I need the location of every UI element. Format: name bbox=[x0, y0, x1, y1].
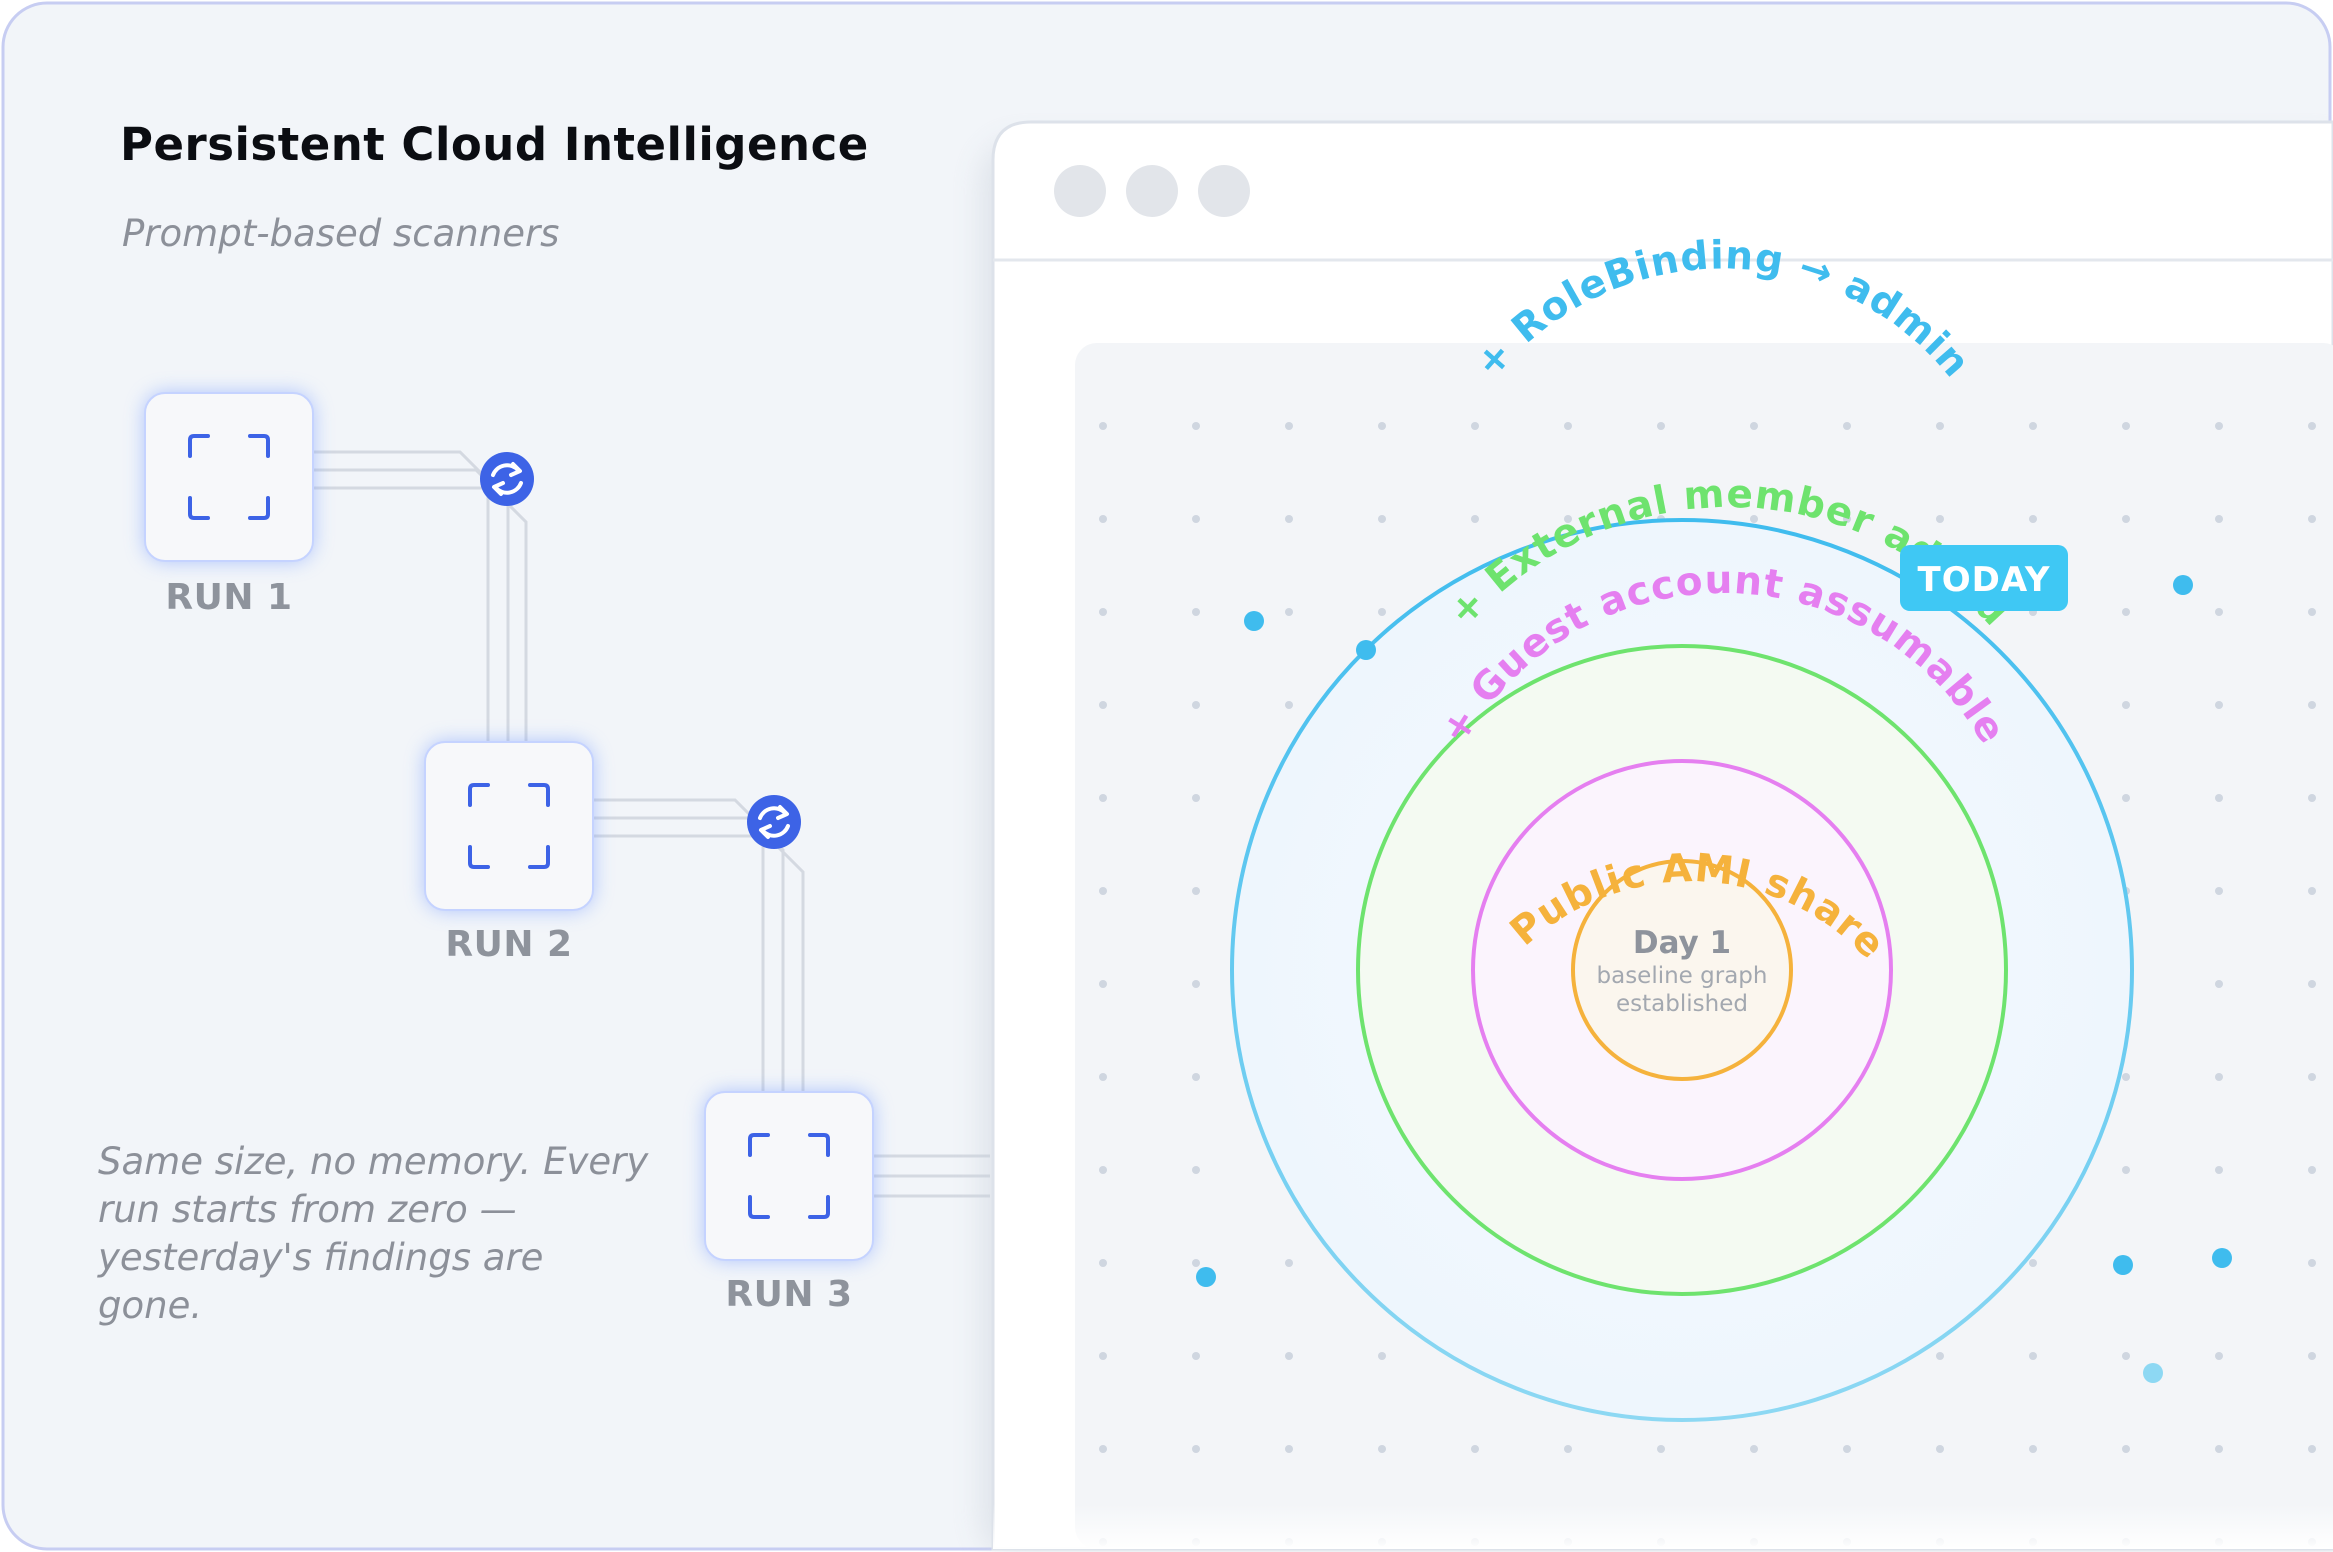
today-badge: TODAY bbox=[1900, 545, 2068, 611]
sync-icon bbox=[480, 452, 534, 506]
run-box-2[interactable] bbox=[424, 741, 594, 911]
center-title: Day 1 bbox=[1633, 925, 1731, 961]
run-label-2: RUN 2 bbox=[445, 924, 573, 965]
center-line-2: established bbox=[1616, 991, 1748, 1017]
window-dot-maximize[interactable] bbox=[1198, 165, 1250, 217]
window-dot-minimize[interactable] bbox=[1126, 165, 1178, 217]
page-title: Persistent Cloud Intelligence bbox=[120, 118, 869, 171]
center-line-1: baseline graph bbox=[1597, 963, 1768, 989]
sync-icon bbox=[747, 795, 801, 849]
run-label-1: RUN 1 bbox=[165, 577, 293, 618]
page-subtitle: Prompt-based scanners bbox=[122, 212, 560, 255]
run-box-3[interactable] bbox=[704, 1091, 874, 1261]
run-label-3: RUN 3 bbox=[725, 1274, 853, 1315]
svg-text:TODAY: TODAY bbox=[1918, 560, 2051, 600]
window-dot-close[interactable] bbox=[1054, 165, 1106, 217]
card: + RoleBinding → admin + External member … bbox=[0, 0, 2333, 1552]
memory-note: Same size, no memory. Every run starts f… bbox=[98, 1140, 649, 1327]
run-box-1[interactable] bbox=[144, 392, 314, 562]
